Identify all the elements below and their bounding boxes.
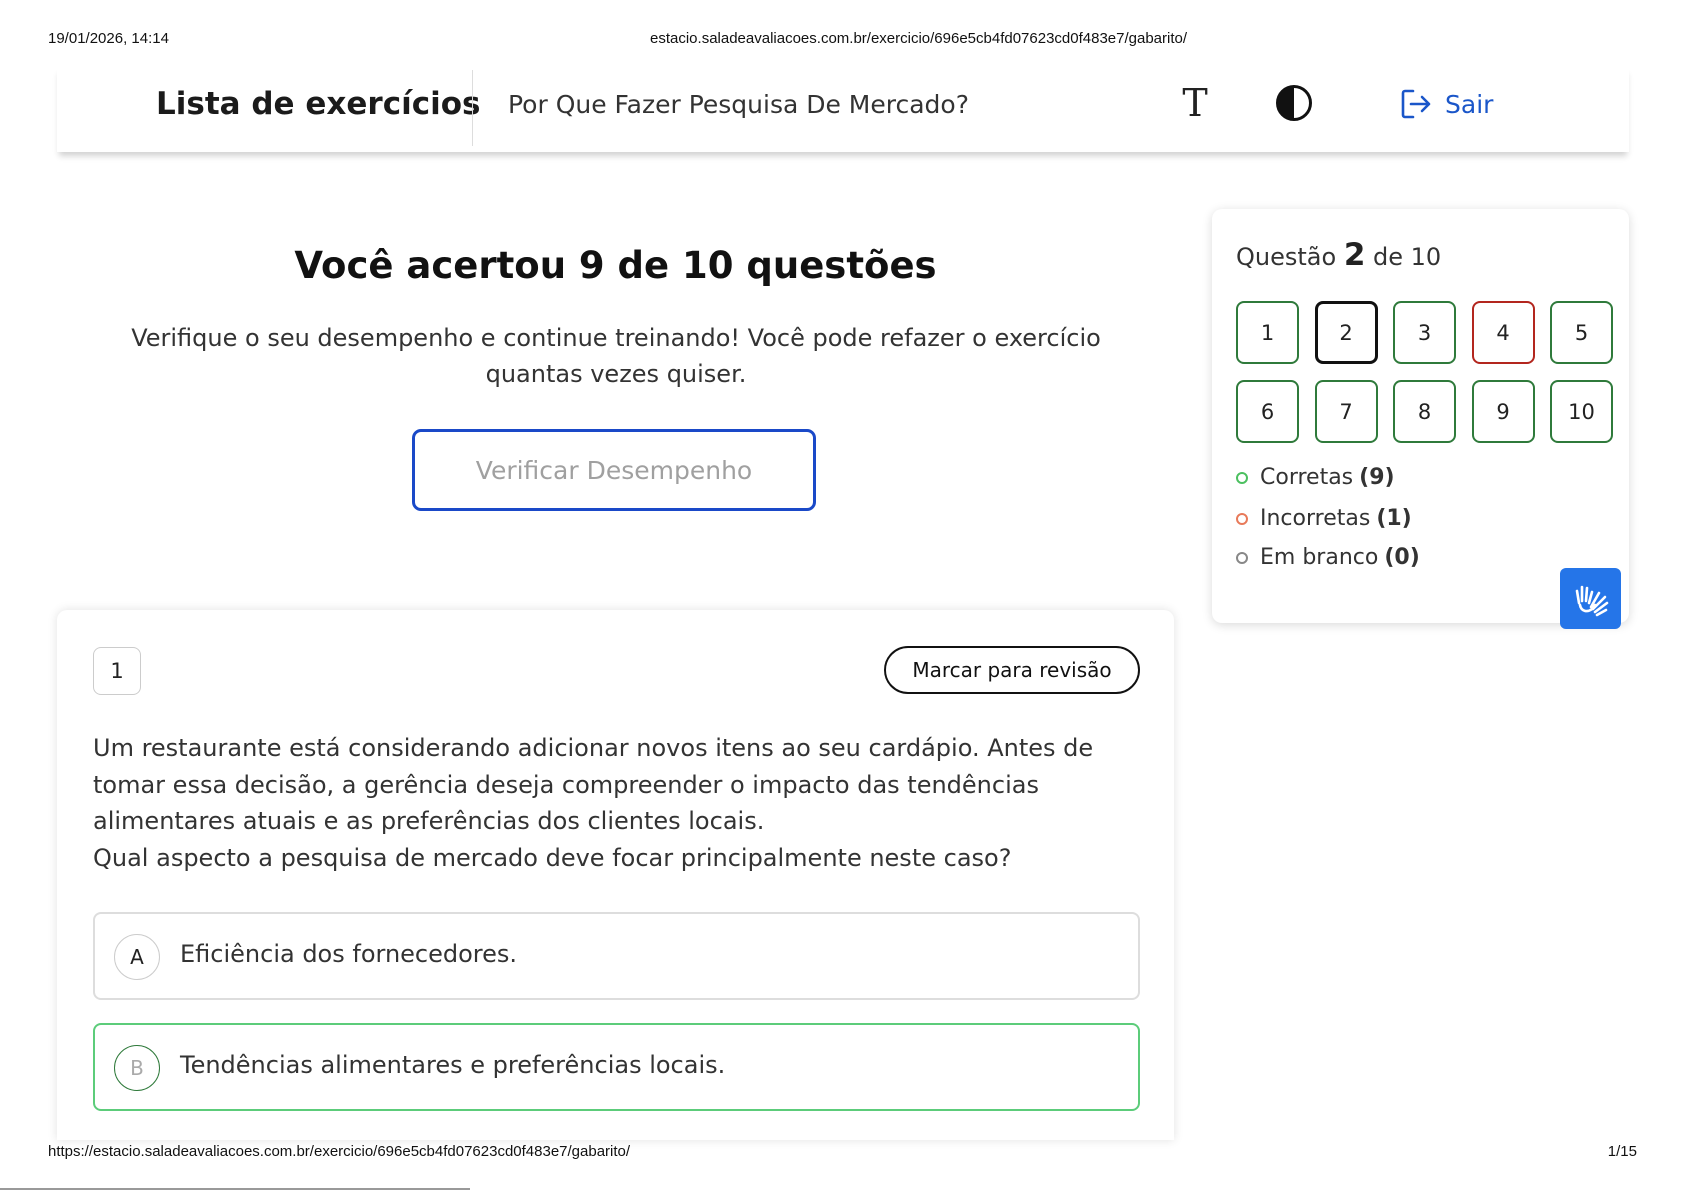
question-grid: 1 2 3 4 5 6 7 8 9 10 [1236, 301, 1613, 443]
option-a[interactable]: A Eficiência dos fornecedores. [93, 912, 1140, 1000]
legend-blank: Em branco (0) [1236, 545, 1420, 570]
option-b[interactable]: B Tendências alimentares e preferências … [93, 1023, 1140, 1111]
navigator-label: Questão [1236, 243, 1337, 271]
legend-label: Incorretas [1260, 506, 1371, 531]
question-button[interactable]: 5 [1550, 301, 1613, 364]
legend-label: Corretas [1260, 465, 1354, 490]
app-title: Lista de exercícios [156, 86, 481, 122]
circle-icon [1236, 471, 1248, 484]
circle-icon [1236, 551, 1248, 564]
question-button[interactable]: 7 [1314, 380, 1378, 443]
question-statement: Um restaurante está considerando adicion… [93, 734, 1094, 835]
font-size-icon[interactable]: T [1175, 82, 1215, 124]
print-footer-url: https://estacio.saladeavaliacoes.com.br/… [48, 1143, 631, 1160]
print-page-number: 1/15 [1607, 1143, 1637, 1160]
question-button[interactable]: 2 [1314, 301, 1378, 364]
option-letter: B [114, 1045, 160, 1091]
sign-language-icon [1575, 585, 1608, 616]
legend-count: (9) [1359, 465, 1395, 490]
logout-icon [1401, 89, 1431, 119]
print-header-url: estacio.saladeavaliacoes.com.br/exercici… [650, 30, 1188, 47]
navigator-header: Questão 2 de 10 [1236, 237, 1441, 273]
top-header: Lista de exercícios Por Que Fazer Pesqui… [57, 66, 1629, 152]
accessibility-button[interactable] [1560, 568, 1621, 629]
exercise-title: Por Que Fazer Pesquisa De Mercado? [508, 90, 969, 119]
question-button[interactable]: 8 [1393, 380, 1456, 443]
question-button[interactable]: 4 [1471, 301, 1535, 364]
circle-icon [1236, 512, 1248, 525]
question-button[interactable]: 3 [1393, 301, 1456, 364]
question-button[interactable]: 9 [1471, 380, 1535, 443]
legend-count: (0) [1384, 545, 1420, 570]
question-prompt: Qual aspecto a pesquisa de mercado deve … [93, 843, 1012, 872]
legend-incorrect: Incorretas (1) [1236, 506, 1412, 531]
question-button[interactable]: 1 [1236, 301, 1299, 364]
question-text: Um restaurante está considerando adicion… [93, 730, 1143, 876]
logout-button[interactable]: Sair [1399, 84, 1493, 124]
page-divider [0, 1188, 470, 1190]
option-text: Tendências alimentares e preferências lo… [180, 1051, 726, 1079]
question-button[interactable]: 10 [1550, 380, 1613, 443]
legend-correct: Corretas (9) [1236, 465, 1395, 490]
current-question: 2 [1343, 237, 1366, 273]
verify-performance-button[interactable]: Verificar Desempenho [412, 429, 816, 511]
result-subtitle: Verifique o seu desempenho e continue tr… [131, 324, 1101, 388]
mark-for-review-button[interactable]: Marcar para revisão [884, 646, 1140, 694]
question-number: 1 [93, 647, 141, 695]
logout-label: Sair [1445, 89, 1494, 119]
contrast-icon[interactable] [1275, 84, 1313, 122]
legend-label: Em branco [1260, 545, 1379, 570]
option-letter: A [114, 934, 160, 980]
question-card: 1 Marcar para revisão Um restaurante est… [57, 610, 1174, 1140]
question-button[interactable]: 6 [1236, 380, 1299, 443]
result-title: Você acertou 9 de 10 questões [294, 244, 937, 287]
navigator-total: de 10 [1373, 243, 1442, 271]
question-navigator: Questão 2 de 10 1 2 3 4 5 6 7 8 9 10 Cor… [1212, 209, 1629, 623]
legend-count: (1) [1376, 506, 1412, 531]
header-divider [472, 70, 473, 146]
option-text: Eficiência dos fornecedores. [180, 940, 518, 968]
print-datetime: 19/01/2026, 14:14 [48, 30, 169, 47]
